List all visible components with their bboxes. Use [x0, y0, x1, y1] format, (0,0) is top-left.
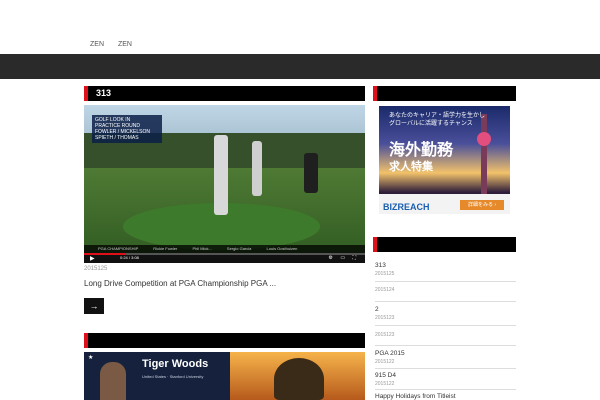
- ad-brand-logo: BIZREACH: [383, 202, 430, 212]
- star-icon: ★: [88, 355, 94, 361]
- sidebar-item-title[interactable]: 915 D4: [375, 372, 516, 379]
- sidebar-item-date: 2015124: [375, 287, 395, 293]
- sidebar-item-6[interactable]: 915 D4 2015122: [375, 372, 516, 387]
- video-control-icons[interactable]: ⚙ ▭ ⛶: [329, 255, 360, 261]
- lower-third-5: Louis Oosthuizen: [266, 246, 298, 251]
- section-header-1: 313: [84, 86, 365, 101]
- player-photo: [100, 362, 126, 400]
- section-title: 313: [96, 88, 112, 98]
- play-icon[interactable]: ▶: [90, 255, 95, 262]
- sidebar-item-5[interactable]: PGA 2015 2015122: [375, 350, 516, 365]
- video-time: 0:24 / 3:08: [120, 255, 139, 260]
- lower-third-1: PGA CHAMPIONSHIP: [98, 246, 139, 251]
- video-controls: ▶ 0:24 / 3:08 ⚙ ▭ ⛶: [84, 253, 365, 263]
- lower-third-3: Phil Mick...: [192, 246, 212, 251]
- divider: [375, 345, 516, 346]
- sidebar-header-1: [373, 86, 516, 101]
- sidebar-item-1[interactable]: 313 2015125: [375, 262, 516, 277]
- tree-silhouette: [274, 358, 324, 400]
- divider: [375, 301, 516, 302]
- video-player[interactable]: GOLF LOOK IN PRACTICE ROUND FOWLER / MIC…: [84, 105, 365, 263]
- ad-cta-button[interactable]: 詳細をみる ›: [460, 200, 504, 210]
- post-title-link[interactable]: Long Drive Competition at PGA Championsh…: [84, 279, 276, 288]
- nav-item-zen-1[interactable]: ZEN: [90, 41, 104, 48]
- overlay-line-4: SPIETH / THOMAS: [95, 135, 139, 141]
- sidebar-header-2: [373, 237, 516, 252]
- spectator-figure: [304, 153, 318, 193]
- sidebar-item-date: 2015123: [375, 315, 395, 321]
- player-name: Tiger Woods: [142, 358, 209, 370]
- lower-third-2: Rickie Fowler: [153, 246, 178, 251]
- video-lower-third: PGA CHAMPIONSHIP Rickie Fowler Phil Mick…: [84, 245, 365, 253]
- main-nav-bar: [0, 54, 600, 79]
- golfer-figure: [214, 135, 228, 215]
- sidebar-item-date: 2015122: [375, 381, 395, 387]
- sidebar-item-title[interactable]: 2: [375, 306, 516, 313]
- sidebar-item-date: 2015125: [375, 271, 395, 277]
- sidebar-item-3[interactable]: 2 2015123: [375, 306, 516, 321]
- sidebar-item-7[interactable]: Happy Holidays from Titleist: [375, 393, 516, 400]
- sidebar-item-title[interactable]: PGA 2015: [375, 350, 516, 357]
- post-thumbnail-2[interactable]: ★ Tiger Woods United States · Stanford U…: [84, 352, 365, 400]
- lower-third-4: Sergio Garcia: [226, 246, 252, 251]
- sidebar-item-date: 2015123: [375, 332, 395, 338]
- sidebar-item-title[interactable]: 313: [375, 262, 516, 269]
- player-tag: United States · Stanford University: [142, 374, 204, 379]
- ad-footer: BIZREACH 詳細をみる ›: [379, 194, 510, 214]
- sidebar-item-date: 2015122: [375, 359, 395, 365]
- ad-subheadline: 求人特集: [389, 161, 433, 173]
- divider: [375, 325, 516, 326]
- ad-headline: 海外勤務: [389, 142, 454, 159]
- divider: [375, 389, 516, 390]
- ad-copy: あなたのキャリア・語学力を生かし グローバルに活躍するチャンス: [389, 113, 486, 127]
- divider: [375, 281, 516, 282]
- divider: [375, 368, 516, 369]
- video-overlay-card: GOLF LOOK IN PRACTICE ROUND FOWLER / MIC…: [92, 115, 162, 143]
- section-header-2: [84, 333, 365, 348]
- read-more-button[interactable]: →: [84, 298, 104, 314]
- post-date: 2015125: [84, 266, 108, 272]
- nav-item-zen-2[interactable]: ZEN: [118, 41, 132, 48]
- sidebar-item-4[interactable]: 2015123: [375, 330, 516, 338]
- sidebar-item-2[interactable]: 2015124: [375, 285, 516, 293]
- section-title-2: [84, 335, 96, 345]
- sidebar-item-title[interactable]: Happy Holidays from Titleist: [375, 393, 516, 400]
- top-nav: ZEN ZEN: [90, 41, 144, 48]
- ad-banner[interactable]: あなたのキャリア・語学力を生かし グローバルに活躍するチャンス 海外勤務 求人特…: [379, 106, 510, 214]
- caddie-figure: [252, 141, 262, 196]
